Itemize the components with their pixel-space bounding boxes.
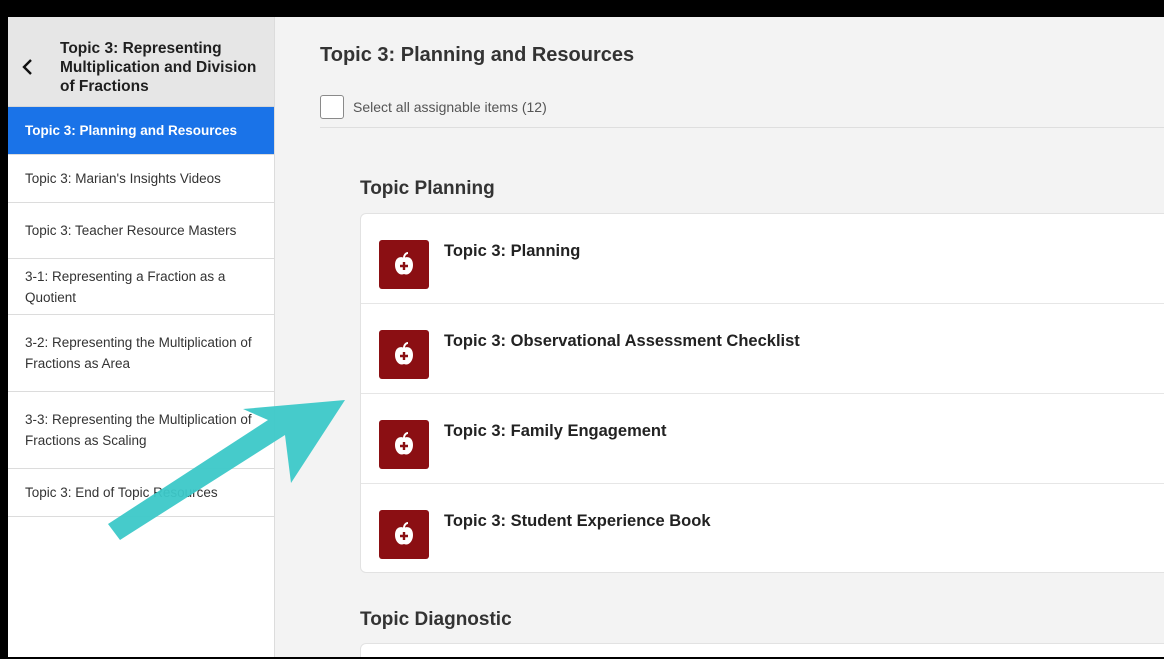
back-button[interactable]	[18, 57, 38, 77]
page-title: Topic 3: Planning and Resources	[320, 44, 635, 66]
sidebar-item-lesson-3-1[interactable]: 3-1: Representing a Fraction as a Quotie…	[8, 259, 274, 315]
main-content: Topic 3: Planning and Resources Select a…	[276, 17, 1164, 657]
sidebar-item-lesson-3-3[interactable]: 3-3: Representing the Multiplication of …	[8, 392, 274, 469]
resource-row[interactable]: Topic 3: Observational Assessment Checkl…	[361, 304, 1164, 394]
apple-plus-icon	[379, 510, 429, 559]
sidebar: Topic 3: Representing Multiplication and…	[8, 17, 275, 657]
sidebar-item-insights-videos[interactable]: Topic 3: Marian's Insights Videos	[8, 155, 274, 203]
select-all-label: Select all assignable items (12)	[353, 99, 547, 115]
topic-planning-card: Topic 3: Planning Topic 3: Observational…	[360, 213, 1164, 573]
sidebar-item-planning-resources[interactable]: Topic 3: Planning and Resources	[8, 107, 274, 155]
section-title-topic-diagnostic: Topic Diagnostic	[360, 609, 512, 630]
divider	[320, 127, 1164, 128]
sidebar-item-end-of-topic[interactable]: Topic 3: End of Topic Resources	[8, 469, 274, 517]
apple-plus-icon	[379, 420, 429, 469]
chevron-left-icon	[22, 59, 32, 75]
sidebar-title: Topic 3: Representing Multiplication and…	[60, 40, 257, 95]
select-all-control[interactable]: Select all assignable items (12)	[320, 95, 547, 119]
sidebar-item-teacher-resource-masters[interactable]: Topic 3: Teacher Resource Masters	[8, 203, 274, 259]
apple-plus-icon	[379, 330, 429, 379]
topic-diagnostic-card	[360, 643, 1164, 657]
app-window: Topic 3: Representing Multiplication and…	[8, 17, 1164, 657]
section-title-topic-planning: Topic Planning	[360, 178, 495, 199]
resource-title: Topic 3: Planning	[444, 242, 581, 260]
resource-title: Topic 3: Student Experience Book	[444, 512, 711, 530]
resource-row[interactable]: Topic 3: Planning	[361, 214, 1164, 304]
resource-title: Topic 3: Family Engagement	[444, 422, 667, 440]
select-all-checkbox[interactable]	[320, 95, 344, 119]
sidebar-header: Topic 3: Representing Multiplication and…	[8, 17, 274, 107]
resource-row[interactable]: Topic 3: Family Engagement	[361, 394, 1164, 484]
sidebar-item-lesson-3-2[interactable]: 3-2: Representing the Multiplication of …	[8, 315, 274, 392]
resource-row[interactable]: Topic 3: Student Experience Book	[361, 484, 1164, 574]
apple-plus-icon	[379, 240, 429, 289]
resource-title: Topic 3: Observational Assessment Checkl…	[444, 332, 800, 350]
